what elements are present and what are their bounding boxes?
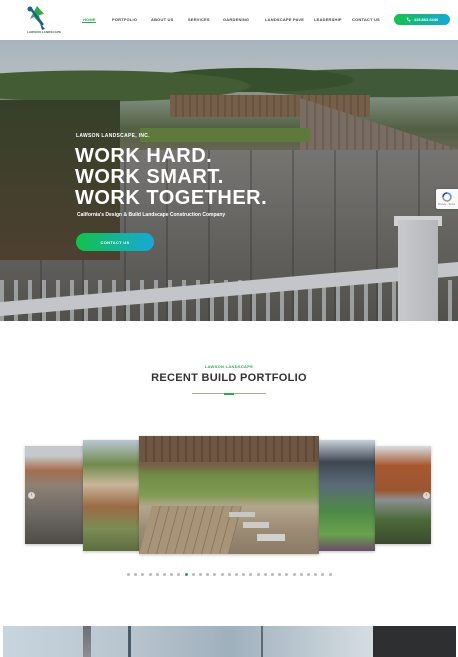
carousel-dot[interactable] bbox=[263, 573, 267, 576]
recaptcha-text: Privacy - Terms bbox=[438, 203, 456, 206]
contact-us-label: CONTACT US bbox=[100, 239, 130, 245]
nav-services[interactable]: SERVICES bbox=[188, 17, 210, 22]
carousel-dot[interactable] bbox=[299, 573, 303, 576]
carousel-dot[interactable] bbox=[278, 573, 282, 576]
portfolio-slide[interactable] bbox=[83, 440, 139, 551]
phone-number: 415.863.6440 bbox=[413, 17, 439, 22]
carousel-dot[interactable] bbox=[199, 573, 202, 576]
logo-text: LAWSON LANDSCAPE bbox=[27, 30, 62, 34]
hero-overlay bbox=[0, 40, 458, 321]
carousel-dot[interactable] bbox=[220, 573, 224, 576]
carousel-dot[interactable] bbox=[191, 573, 195, 576]
portfolio-slide-active[interactable] bbox=[139, 436, 319, 554]
hero-tagline: California's Design & Build Landscape Co… bbox=[77, 212, 226, 218]
carousel-dot[interactable] bbox=[271, 573, 274, 576]
carousel-dot[interactable] bbox=[292, 573, 296, 576]
bottom-banner-image bbox=[3, 626, 456, 657]
slide-fence bbox=[139, 436, 319, 462]
hero-banner: LAWSON LANDSCAPE, INC. WORK HARD. WORK S… bbox=[0, 40, 458, 321]
chevron-right-icon[interactable]: › bbox=[423, 492, 430, 499]
hero-headline-1: WORK HARD. bbox=[75, 145, 213, 167]
bottom-dark-panel bbox=[373, 626, 456, 657]
nav-leadership[interactable]: LEADERSHIP bbox=[314, 17, 342, 22]
slide-stepping-stone bbox=[243, 522, 269, 528]
nav-contact[interactable]: CONTACT US bbox=[352, 17, 380, 22]
hero-kicker: LAWSON LANDSCAPE, INC. bbox=[76, 133, 150, 139]
contact-us-button[interactable]: CONTACT US bbox=[76, 233, 154, 251]
carousel-dot[interactable] bbox=[141, 573, 145, 576]
carousel-dot[interactable] bbox=[328, 573, 332, 576]
carousel-dot[interactable] bbox=[321, 573, 325, 576]
carousel-dot[interactable] bbox=[307, 573, 310, 576]
section-divider-accent bbox=[224, 392, 234, 395]
carousel-dot[interactable] bbox=[148, 573, 152, 576]
nav-gardening[interactable]: GARDENING bbox=[223, 17, 249, 22]
nav-landscape-pave[interactable]: LANDSCAPE PAVE bbox=[265, 17, 304, 22]
bottom-tower bbox=[83, 626, 91, 657]
chevron-left-icon[interactable]: ‹ bbox=[28, 492, 35, 499]
nav-about[interactable]: ABOUT US bbox=[151, 17, 174, 22]
section-kicker: LAWSON LANDSCAPE bbox=[204, 364, 254, 369]
carousel-dot[interactable] bbox=[235, 573, 238, 576]
carousel-dot[interactable] bbox=[206, 573, 210, 576]
bottom-glass-frame bbox=[128, 626, 131, 657]
phone-icon bbox=[406, 17, 411, 22]
phone-button[interactable]: 415.863.6440 bbox=[394, 14, 450, 25]
hero-headline-3: WORK TOGETHER. bbox=[75, 187, 268, 209]
nav-portfolio[interactable]: PORTFOLIO bbox=[112, 17, 137, 22]
site-header: LAWSON LANDSCAPE HOME PORTFOLIO ABOUT US… bbox=[0, 0, 458, 40]
carousel-dot[interactable] bbox=[249, 573, 253, 576]
slide-stepping-stone bbox=[229, 512, 255, 517]
carousel-dot[interactable] bbox=[184, 573, 188, 576]
carousel-dot[interactable] bbox=[170, 573, 174, 576]
hero-headline-2: WORK SMART. bbox=[75, 166, 224, 188]
section-title: RECENT BUILD PORTFOLIO bbox=[151, 372, 307, 384]
recaptcha-icon bbox=[442, 192, 452, 202]
nav-active-underline bbox=[82, 22, 96, 23]
carousel-dot[interactable] bbox=[155, 573, 159, 576]
recaptcha-badge[interactable]: Privacy - Terms bbox=[436, 189, 458, 209]
carousel-dot[interactable] bbox=[256, 573, 260, 576]
section-divider bbox=[192, 392, 266, 395]
portfolio-slide[interactable] bbox=[319, 440, 375, 551]
carousel-dot[interactable] bbox=[314, 573, 318, 576]
carousel-dot[interactable] bbox=[285, 573, 289, 576]
bottom-glass-frame bbox=[261, 626, 263, 657]
slide-deck bbox=[139, 506, 242, 554]
carousel-dot[interactable] bbox=[213, 573, 217, 576]
carousel-dot[interactable] bbox=[242, 573, 246, 576]
carousel-dot[interactable] bbox=[177, 573, 181, 576]
carousel-dot[interactable] bbox=[227, 573, 231, 576]
carousel-dot[interactable] bbox=[134, 573, 138, 576]
carousel-dot[interactable] bbox=[163, 573, 166, 576]
slide-stepping-stone bbox=[257, 534, 285, 541]
carousel-dot[interactable] bbox=[127, 573, 130, 576]
